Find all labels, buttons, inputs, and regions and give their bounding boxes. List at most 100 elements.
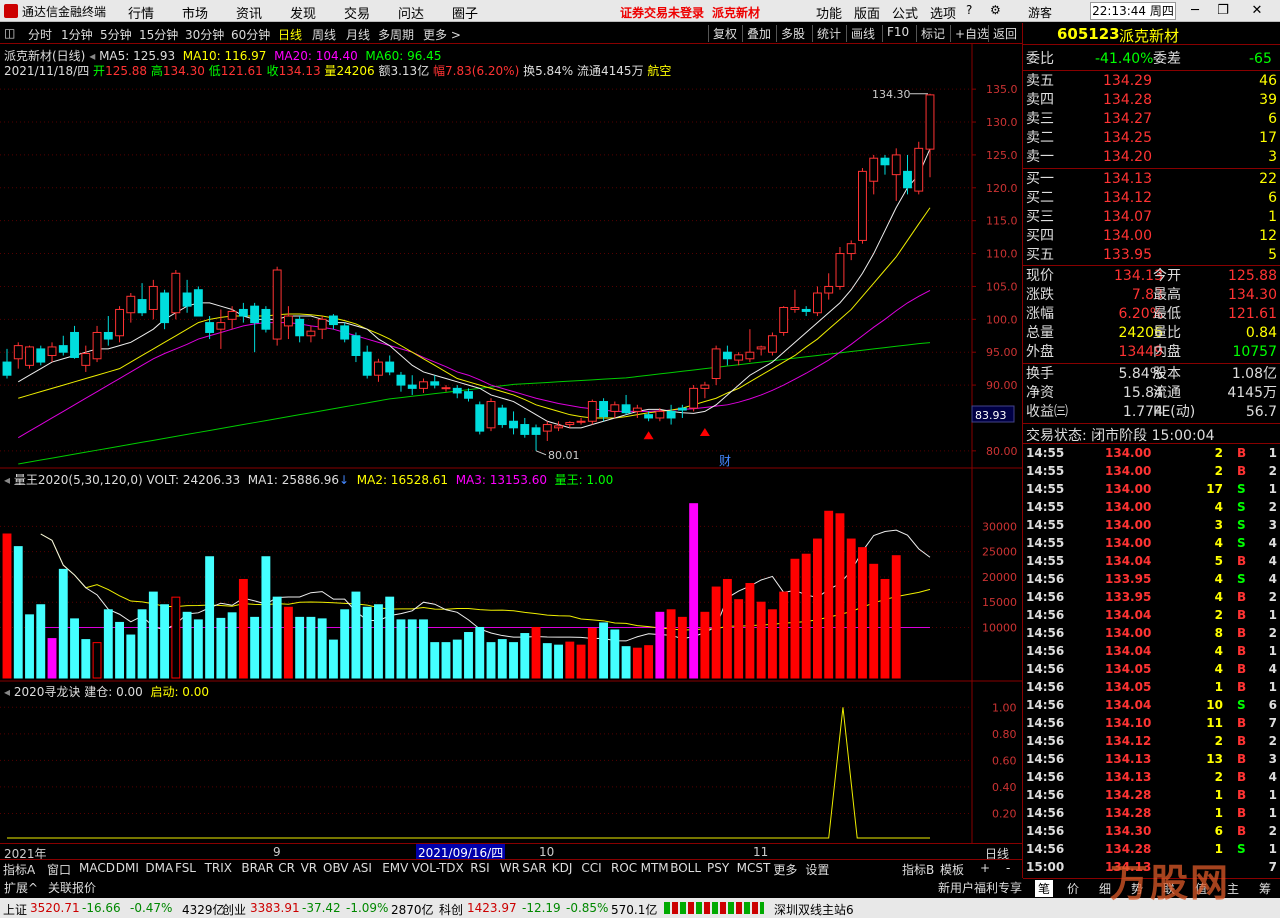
- tab-right-1[interactable]: 模板: [940, 861, 964, 878]
- tab-right-2[interactable]: +: [980, 861, 990, 875]
- quote-tab-0[interactable]: 笔: [1035, 880, 1054, 897]
- menu-jiaoyi[interactable]: 交易: [344, 3, 370, 22]
- btn-biaoji[interactable]: 标记: [916, 25, 949, 42]
- btn-back[interactable]: 返回: [988, 25, 1021, 42]
- finance-marker[interactable]: 财: [719, 454, 731, 468]
- indicator-tab-16[interactable]: SAR: [522, 861, 546, 875]
- menu-gongshi[interactable]: 公式: [892, 3, 918, 22]
- quote-tab-1[interactable]: 价: [1067, 880, 1079, 897]
- ind-collapse-icon[interactable]: ◂: [4, 685, 10, 699]
- indicator-tab-13[interactable]: VOL-TDX: [412, 861, 464, 875]
- ask-row-0[interactable]: 卖五 134.29 46: [1023, 72, 1280, 91]
- period-15min[interactable]: 15分钟: [139, 26, 178, 43]
- menu-wenda[interactable]: 问达: [398, 3, 424, 22]
- ask-row-3[interactable]: 卖二 134.25 17: [1023, 129, 1280, 148]
- ind-title[interactable]: 2020寻龙诀: [14, 685, 81, 699]
- indicator-tab-4[interactable]: DMA: [145, 861, 173, 875]
- cy-index-label[interactable]: 创业: [222, 901, 246, 918]
- menu-banmian[interactable]: 版面: [854, 3, 880, 22]
- indicator-tab-21[interactable]: BOLL: [670, 861, 701, 875]
- btn-f10[interactable]: F10: [882, 25, 913, 42]
- kline-chart[interactable]: 135.0 130.0 125.0 120.0 115.0 110.0 105.0 100.0…: [0, 44, 1022, 844]
- tick-side: B: [1237, 590, 1247, 604]
- indicator-tab-17[interactable]: KDJ: [552, 861, 573, 875]
- bid-row-3[interactable]: 买四 134.00 12: [1023, 227, 1280, 246]
- period-30min[interactable]: 30分钟: [185, 26, 224, 43]
- bid-row-1[interactable]: 买二 134.12 6: [1023, 189, 1280, 208]
- period-more[interactable]: 更多 >: [423, 26, 461, 43]
- indicator-tab-0[interactable]: 指标A: [3, 861, 35, 878]
- restore-icon[interactable]: ❐: [1212, 2, 1234, 20]
- menu-gongneng[interactable]: 功能: [816, 3, 842, 22]
- expand-button[interactable]: 扩展^: [4, 879, 38, 896]
- menu-zixun[interactable]: 资讯: [236, 3, 262, 22]
- indicator-tab-18[interactable]: CCI: [581, 861, 601, 875]
- server-label[interactable]: 深圳双线主站6: [774, 901, 854, 918]
- indicator-tab-23[interactable]: MCST: [737, 861, 771, 875]
- panel-icon[interactable]: ◫: [4, 26, 15, 40]
- period-5min[interactable]: 5分钟: [100, 26, 132, 43]
- btn-duogu[interactable]: 多股: [776, 25, 809, 42]
- login-warning[interactable]: 证券交易未登录: [620, 4, 704, 21]
- indicator-tab-1[interactable]: 窗口: [47, 861, 71, 878]
- indicator-tab-3[interactable]: DMI: [116, 861, 139, 875]
- bid-row-0[interactable]: 买一 134.13 22: [1023, 170, 1280, 189]
- vol-collapse-icon[interactable]: ◂: [4, 473, 10, 487]
- btn-diejia[interactable]: 叠加: [742, 25, 775, 42]
- sh-index-label[interactable]: 上证: [3, 901, 27, 918]
- indicator-tab-2[interactable]: MACD: [79, 861, 115, 875]
- period-fenshi[interactable]: 分时: [28, 26, 52, 43]
- period-daily[interactable]: 日线: [278, 26, 302, 43]
- quote-tab-7[interactable]: 筹: [1259, 880, 1271, 897]
- btn-zixuan[interactable]: +自选: [950, 25, 993, 42]
- indicator-tab-7[interactable]: BRAR: [241, 861, 274, 875]
- candle: [407, 375, 417, 395]
- menu-shichang[interactable]: 市场: [182, 3, 208, 22]
- period-1min[interactable]: 1分钟: [61, 26, 93, 43]
- ask-row-1[interactable]: 卖四 134.28 39: [1023, 91, 1280, 110]
- help-icon[interactable]: ?: [966, 3, 972, 17]
- period-weekly[interactable]: 周线: [312, 26, 336, 43]
- tab-right-0[interactable]: 指标B: [902, 861, 934, 878]
- indicator-tab-8[interactable]: CR: [278, 861, 295, 875]
- indicator-tab-24[interactable]: 更多: [773, 861, 797, 878]
- vol-indicator-title[interactable]: 量王2020(5,30,120,0): [14, 473, 143, 487]
- bid-row-2[interactable]: 买三 134.07 1: [1023, 208, 1280, 227]
- indicator-tab-9[interactable]: VR: [301, 861, 318, 875]
- ask-row-4[interactable]: 卖一 134.20 3: [1023, 148, 1280, 167]
- indicator-tab-14[interactable]: RSI: [470, 861, 490, 875]
- indicator-tab-15[interactable]: WR: [500, 861, 520, 875]
- indicator-tab-6[interactable]: TRIX: [205, 861, 232, 875]
- ask-row-2[interactable]: 卖三 134.27 6: [1023, 110, 1280, 129]
- tab-right-3[interactable]: -: [1006, 861, 1010, 875]
- btn-huaxian[interactable]: 画线: [846, 25, 879, 42]
- indicator-tab-12[interactable]: EMV: [382, 861, 408, 875]
- guest-label[interactable]: 游客: [1028, 4, 1052, 21]
- related-quote-button[interactable]: 关联报价: [48, 879, 96, 896]
- menu-xuanxiang[interactable]: 选项: [930, 3, 956, 22]
- bid-row-4[interactable]: 买五 133.95 5: [1023, 246, 1280, 265]
- indicator-tab-22[interactable]: PSY: [707, 861, 729, 875]
- settings-icon[interactable]: ⚙: [990, 3, 1001, 17]
- btn-tongji[interactable]: 统计: [812, 25, 845, 42]
- menu-quanzi[interactable]: 圈子: [452, 3, 478, 22]
- tick-vol: 17: [1206, 482, 1223, 496]
- indicator-tab-19[interactable]: ROC: [611, 861, 637, 875]
- indicator-tab-25[interactable]: 设置: [805, 861, 829, 878]
- minimize-icon[interactable]: ─: [1184, 2, 1206, 20]
- indicator-tab-20[interactable]: MTM: [641, 861, 669, 875]
- volume-bar: [644, 645, 654, 679]
- tick-price: 134.05: [1105, 662, 1152, 676]
- btn-fuquan[interactable]: 复权: [708, 25, 741, 42]
- close-icon[interactable]: ✕: [1246, 2, 1268, 20]
- kc-index-label[interactable]: 科创: [439, 901, 463, 918]
- menu-faxian[interactable]: 发现: [290, 3, 316, 22]
- promo-link[interactable]: 新用户福利专享: [938, 879, 1022, 896]
- period-monthly[interactable]: 月线: [346, 26, 370, 43]
- period-60min[interactable]: 60分钟: [231, 26, 270, 43]
- menu-hangqing[interactable]: 行情: [128, 3, 154, 22]
- indicator-tab-10[interactable]: OBV: [323, 861, 349, 875]
- indicator-tab-11[interactable]: ASI: [353, 861, 372, 875]
- indicator-tab-5[interactable]: FSL: [175, 861, 196, 875]
- period-multi[interactable]: 多周期: [378, 26, 414, 43]
